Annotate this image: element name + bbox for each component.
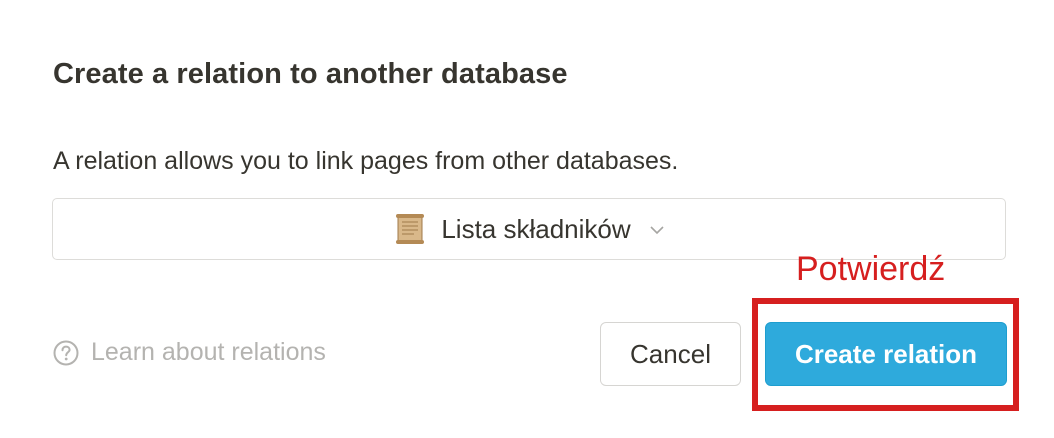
- create-relation-dialog: Create a relation to another database A …: [0, 0, 1054, 438]
- database-select-value: Lista składników: [441, 213, 631, 244]
- create-relation-button[interactable]: Create relation: [765, 322, 1007, 386]
- cancel-button[interactable]: Cancel: [600, 322, 741, 386]
- learn-about-relations-link[interactable]: Learn about relations: [53, 338, 326, 367]
- dialog-title: Create a relation to another database: [53, 58, 568, 90]
- chevron-down-icon: [649, 222, 665, 238]
- scroll-icon: [393, 212, 427, 246]
- annotation-label: Potwierdź: [796, 250, 946, 288]
- dialog-description: A relation allows you to link pages from…: [53, 147, 679, 175]
- help-circle-icon: [53, 340, 79, 365]
- learn-about-relations-label: Learn about relations: [91, 338, 326, 366]
